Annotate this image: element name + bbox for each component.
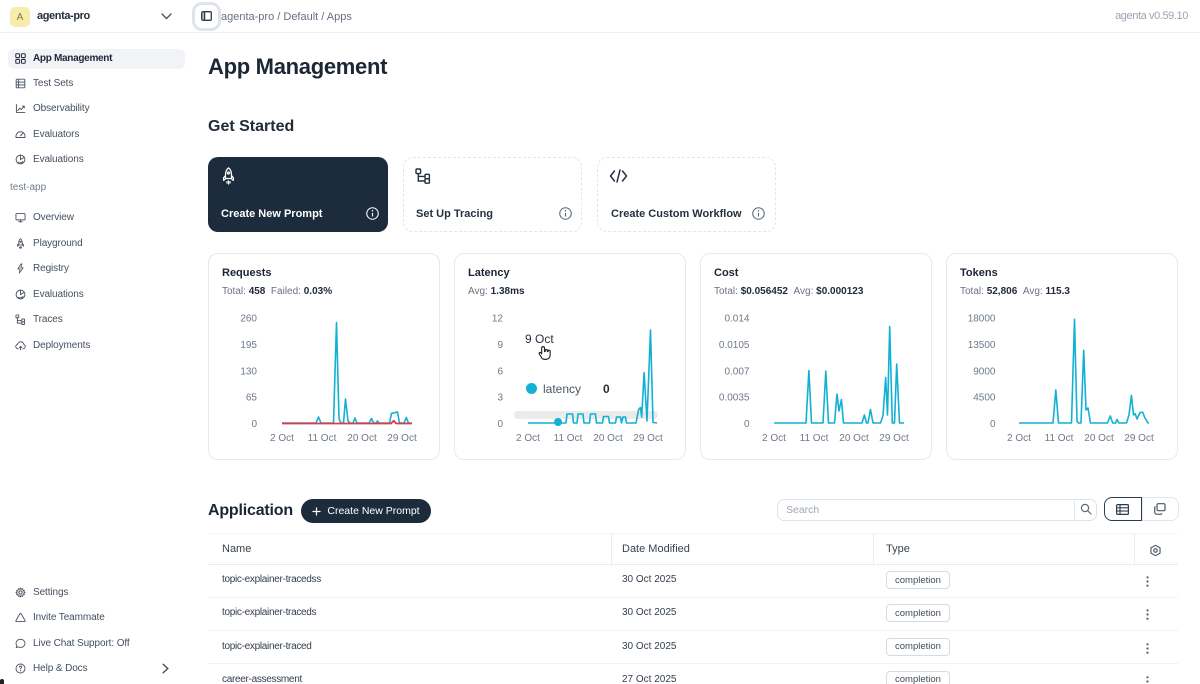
svg-text:9000: 9000: [973, 366, 996, 377]
svg-text:0.0035: 0.0035: [719, 393, 750, 404]
svg-text:0.007: 0.007: [724, 366, 749, 377]
svg-text:2 Oct: 2 Oct: [762, 433, 786, 444]
svg-text:195: 195: [240, 340, 257, 351]
svg-text:12: 12: [492, 314, 504, 325]
svg-text:0.0105: 0.0105: [719, 340, 750, 351]
svg-text:6: 6: [497, 366, 503, 377]
svg-text:2 Oct: 2 Oct: [516, 433, 540, 444]
svg-text:0: 0: [497, 419, 503, 430]
svg-text:13500: 13500: [968, 340, 996, 351]
svg-text:260: 260: [240, 314, 257, 325]
svg-text:11 Oct: 11 Oct: [1045, 433, 1074, 444]
svg-text:130: 130: [240, 366, 257, 377]
svg-text:11 Oct: 11 Oct: [308, 433, 337, 444]
svg-text:4500: 4500: [973, 393, 996, 404]
svg-text:29 Oct: 29 Oct: [879, 433, 909, 444]
svg-text:3: 3: [497, 393, 503, 404]
svg-text:20 Oct: 20 Oct: [1084, 433, 1114, 444]
svg-text:20 Oct: 20 Oct: [593, 433, 623, 444]
svg-text:0: 0: [990, 419, 996, 430]
svg-text:29 Oct: 29 Oct: [633, 433, 663, 444]
svg-text:20 Oct: 20 Oct: [347, 433, 377, 444]
svg-text:2 Oct: 2 Oct: [1007, 433, 1031, 444]
svg-text:65: 65: [246, 393, 258, 404]
svg-text:29 Oct: 29 Oct: [387, 433, 417, 444]
svg-text:11 Oct: 11 Oct: [554, 433, 583, 444]
svg-text:11 Oct: 11 Oct: [800, 433, 829, 444]
svg-text:0: 0: [251, 419, 257, 430]
svg-text:9: 9: [497, 340, 503, 351]
svg-text:20 Oct: 20 Oct: [839, 433, 869, 444]
svg-text:29 Oct: 29 Oct: [1124, 433, 1154, 444]
svg-text:18000: 18000: [968, 314, 996, 325]
svg-text:0.014: 0.014: [724, 314, 749, 325]
svg-text:2 Oct: 2 Oct: [270, 433, 294, 444]
svg-text:0: 0: [744, 419, 750, 430]
